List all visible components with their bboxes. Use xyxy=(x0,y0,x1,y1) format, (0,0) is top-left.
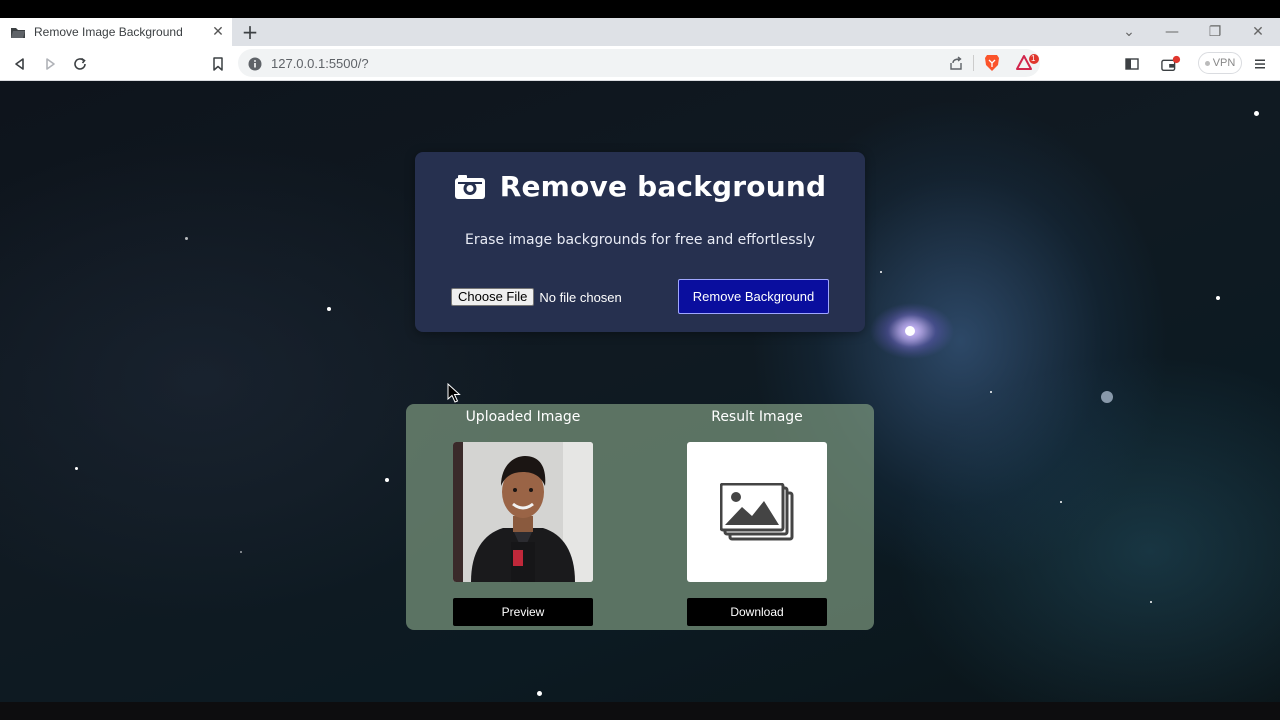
bookmark-icon[interactable] xyxy=(208,54,228,74)
url-text: 127.0.0.1:5500/? xyxy=(271,56,369,71)
remove-background-card: Remove background Erase image background… xyxy=(415,152,865,332)
tab-favicon-icon xyxy=(10,24,26,40)
star xyxy=(385,478,389,482)
omnibox-divider xyxy=(973,55,974,71)
vpn-status-dot xyxy=(1204,60,1210,66)
results-card: Uploaded Image Result Image Preview Down… xyxy=(406,404,874,630)
wallet-icon[interactable] xyxy=(1161,54,1181,74)
brave-icon[interactable] xyxy=(984,54,1000,76)
star xyxy=(1254,111,1259,116)
page-title: Remove background xyxy=(499,170,827,203)
image-placeholder-icon xyxy=(720,483,794,541)
star xyxy=(75,467,78,470)
star xyxy=(1060,501,1062,503)
remove-background-button[interactable]: Remove Background xyxy=(678,279,829,314)
star xyxy=(327,307,331,311)
minimize-button[interactable]: — xyxy=(1164,24,1180,40)
reload-icon[interactable] xyxy=(70,54,90,74)
mouse-cursor-icon xyxy=(447,383,461,403)
vpn-button[interactable]: VPN xyxy=(1198,52,1242,74)
letterbox-top xyxy=(0,0,1280,18)
star xyxy=(537,691,542,696)
star xyxy=(1216,296,1220,300)
page-viewport: Remove background Erase image background… xyxy=(0,81,1280,702)
star xyxy=(1150,601,1152,603)
result-image-box xyxy=(687,442,827,582)
close-window-button[interactable]: ✕ xyxy=(1250,24,1266,40)
result-image-heading: Result Image xyxy=(711,409,803,425)
uploaded-image-photo xyxy=(453,442,593,582)
star xyxy=(240,551,242,553)
galaxy-core xyxy=(905,326,915,336)
rewards-badge: 1 xyxy=(1031,54,1036,63)
star xyxy=(880,271,882,273)
uploaded-image-heading: Uploaded Image xyxy=(465,409,581,425)
star xyxy=(990,391,992,393)
new-tab-button[interactable]: + xyxy=(240,22,260,42)
menu-icon[interactable] xyxy=(1250,54,1270,74)
restore-button[interactable]: ❐ xyxy=(1207,24,1223,40)
tab-search-chevron-icon[interactable]: ⌄ xyxy=(1121,24,1137,40)
letterbox-bottom xyxy=(0,702,1280,720)
tab-title: Remove Image Background xyxy=(34,25,183,39)
star xyxy=(185,237,188,240)
download-button[interactable]: Download xyxy=(687,598,827,626)
planet xyxy=(1101,391,1113,403)
tab-strip: Remove Image Background ✕ + ⌄ — ❐ ✕ xyxy=(0,18,1280,46)
address-bar[interactable]: 127.0.0.1:5500/? 1 xyxy=(238,49,1040,77)
preview-button[interactable]: Preview xyxy=(453,598,593,626)
info-icon[interactable] xyxy=(248,56,262,75)
subtitle: Erase image backgrounds for free and eff… xyxy=(464,232,816,248)
file-status: No file chosen xyxy=(539,289,622,305)
forward-icon[interactable] xyxy=(40,54,60,74)
vpn-label: VPN xyxy=(1212,57,1236,69)
back-icon[interactable] xyxy=(10,54,30,74)
browser-toolbar: 127.0.0.1:5500/? 1 VPN xyxy=(0,46,1280,81)
tab-remove-image-background[interactable]: Remove Image Background ✕ xyxy=(0,18,232,46)
choose-file-button[interactable]: Choose File xyxy=(451,288,535,306)
sidebar-icon[interactable] xyxy=(1122,54,1142,74)
file-input[interactable]: Choose File No file chosen xyxy=(451,288,622,306)
title-row: Remove background xyxy=(415,170,865,203)
share-icon[interactable] xyxy=(948,55,964,75)
camera-icon xyxy=(454,174,485,199)
rewards-icon[interactable]: 1 xyxy=(1016,54,1040,76)
tab-close-icon[interactable]: ✕ xyxy=(210,24,226,40)
